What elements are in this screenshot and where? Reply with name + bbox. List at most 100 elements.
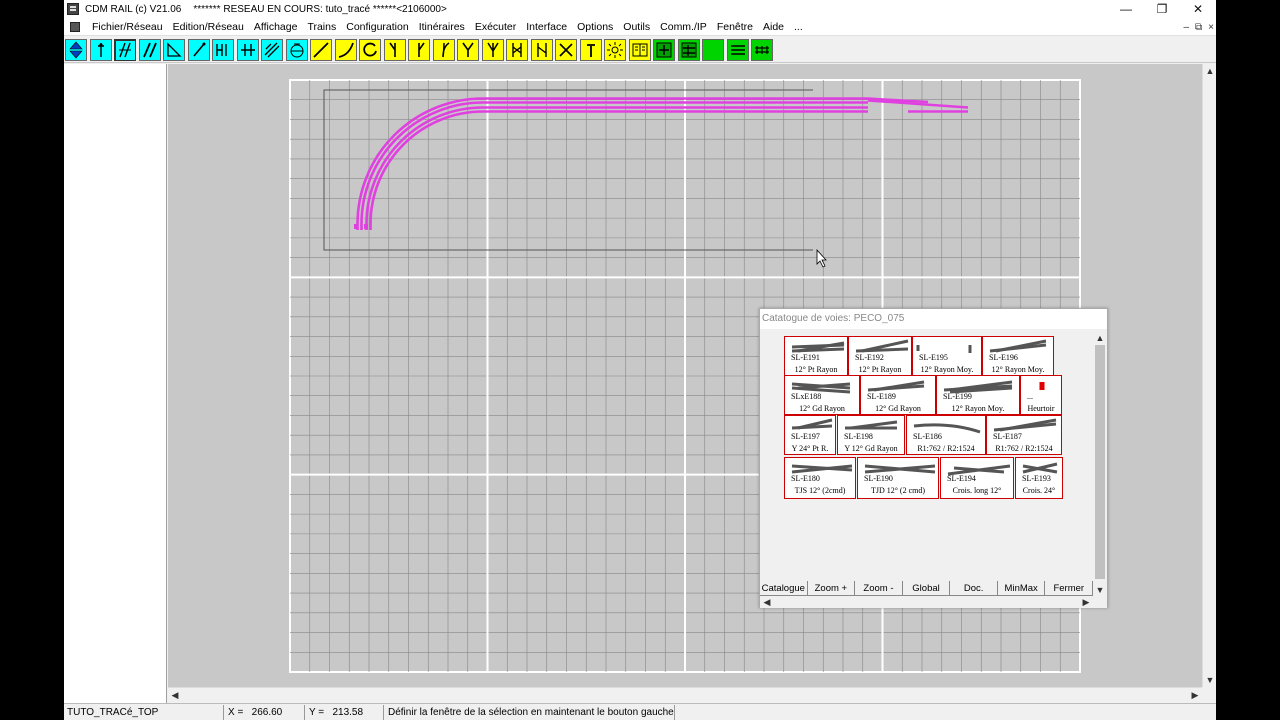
right-turnout-tool-button[interactable] <box>408 39 430 61</box>
hatched-tool-button[interactable] <box>261 39 283 61</box>
catalogue-button[interactable]: Catalogue <box>760 581 808 596</box>
layout-tool-button[interactable] <box>653 39 675 61</box>
catalogue-item-sle195[interactable]: SL-E195 12° Rayon Moy. <box>912 336 982 376</box>
menu-interface[interactable]: Interface <box>522 21 573 33</box>
sun-tool-button[interactable] <box>604 39 626 61</box>
minimize-button[interactable]: — <box>1108 0 1144 18</box>
doc-button[interactable]: Doc. <box>950 581 998 596</box>
status-x-value: 266.60 <box>251 707 283 718</box>
minmax-button[interactable]: MinMax <box>997 581 1046 596</box>
catalogue-item-sle186[interactable]: SL-E186 R1:762 / R2:1524 <box>906 415 986 455</box>
catalogue-scroll-thumb[interactable] <box>1095 345 1105 579</box>
track-catalogue-window[interactable]: Catatogue de voies: PECO_075 SL-E191 12° … <box>759 308 1108 608</box>
y-turnout-tool-button[interactable] <box>457 39 479 61</box>
crossing-tool-button[interactable] <box>555 39 577 61</box>
document-menu-icon[interactable] <box>70 21 80 32</box>
catalogue-horizontal-scrollbar[interactable]: ◀ ▶ <box>760 596 1107 608</box>
scroll-right-arrow-icon[interactable]: ▶ <box>1188 688 1202 702</box>
status-message: Définir la fenêtre de la sélection en ma… <box>385 705 675 720</box>
catalogue-vertical-scrollbar[interactable]: ▲ ▼ <box>1093 331 1107 597</box>
level-crossing-tool-button[interactable] <box>236 39 259 61</box>
double-slip-tool-button[interactable] <box>506 39 528 61</box>
menu-comm-ip[interactable]: Comm./IP <box>656 21 713 33</box>
catalogue-item-desc: Y 12° Gd Rayon <box>844 444 898 453</box>
catalogue-item-sle199[interactable]: SL-E199 12° Rayon Moy. <box>936 375 1020 415</box>
three-way-tool-button[interactable] <box>481 39 504 61</box>
horizontal-scrollbar[interactable]: ◀ ▶ <box>168 687 1202 701</box>
catalogue-item-sle193[interactable]: SL-E193 Crois. 24° <box>1015 457 1063 499</box>
catalogue-item-sle189[interactable]: SL-E189 12° Gd Rayon <box>860 375 936 415</box>
zoom-in-button[interactable]: Zoom + <box>807 581 856 596</box>
left-turnout-tool-button[interactable] <box>383 39 406 61</box>
catalogue-item-sle196[interactable]: SL-E196 12° Rayon Moy. <box>982 336 1054 376</box>
mdi-restore-button[interactable]: ⧉ <box>1195 22 1202 33</box>
fermer-button[interactable]: Fermer <box>1045 581 1094 596</box>
curved-turnout-tool-button[interactable] <box>432 39 455 61</box>
menu-itineraires[interactable]: Itinéraires <box>415 21 471 33</box>
triangle-tool-button[interactable] <box>163 39 185 61</box>
catalogue-item-sle198[interactable]: SL-E198 Y 12° Gd Rayon <box>837 415 905 455</box>
status-x-label: X = <box>228 707 244 718</box>
catalogue-item-sle187[interactable]: SL-E187 R1:762 / R2:1524 <box>986 415 1062 455</box>
left-panel <box>64 64 167 704</box>
book-tool-button[interactable] <box>628 39 651 61</box>
global-button[interactable]: Global <box>902 581 951 596</box>
lines-tool-button[interactable] <box>726 39 749 61</box>
menu-more[interactable]: ... <box>790 21 809 33</box>
mdi-close-button[interactable]: × <box>1208 22 1214 33</box>
catalogue-item-ref: SL-E191 <box>791 353 820 362</box>
scroll-up-arrow-icon[interactable]: ▲ <box>1203 64 1216 78</box>
double-slash-tool-button[interactable] <box>138 39 161 61</box>
single-slip-tool-button[interactable] <box>530 39 553 61</box>
catalogue-item-sle190[interactable]: SL-E190 TJD 12° (2 cmd) <box>857 457 939 499</box>
status-x: X = 266.60 <box>225 705 305 720</box>
double-track-tool-button[interactable] <box>114 39 136 61</box>
menu-edition[interactable]: Edition/Réseau <box>169 21 250 33</box>
catalogue-item-sle197[interactable]: SL-E197 Y 24° Pt R. <box>784 415 836 455</box>
restore-button[interactable]: ❐ <box>1144 0 1180 18</box>
menu-aide[interactable]: Aide <box>759 21 790 33</box>
scroll-left-arrow-icon[interactable]: ◀ <box>168 688 182 702</box>
vertical-scrollbar[interactable]: ▲ ▼ <box>1202 64 1216 687</box>
move-up-down-tool-button[interactable] <box>65 39 87 61</box>
connect-tool-button[interactable] <box>187 39 210 61</box>
menu-fenetre[interactable]: Fenêtre <box>713 21 759 33</box>
catalogue-item-sle191[interactable]: SL-E191 12° Pt Rayon <box>784 336 848 376</box>
catalogue-scroll-up-icon[interactable]: ▲ <box>1093 331 1107 345</box>
layout-b-tool-button[interactable] <box>677 39 700 61</box>
turntable-tool-button[interactable] <box>285 39 308 61</box>
menu-options[interactable]: Options <box>573 21 619 33</box>
catalogue-item-slxe188[interactable]: SLxE188 12° Gd Rayon <box>784 375 860 415</box>
menu-affichage[interactable]: Affichage <box>250 21 304 33</box>
scroll-down-arrow-icon[interactable]: ▼ <box>1203 673 1216 687</box>
catalogue-item-ref: SL-E193 <box>1022 474 1051 483</box>
mdi-minimize-button[interactable]: – <box>1183 22 1189 33</box>
circle-track-tool-button[interactable] <box>359 39 381 61</box>
catalogue-item-sle180[interactable]: SL-E180 TJS 12° (2cmd) <box>784 457 856 499</box>
menu-fichier[interactable]: Fichier/Réseau <box>88 21 169 33</box>
close-button[interactable]: ✕ <box>1180 0 1216 18</box>
solid-green-tool-button[interactable] <box>702 39 724 61</box>
menu-executer[interactable]: Exécuter <box>471 21 522 33</box>
buffer-stop-tool-button[interactable] <box>579 39 602 61</box>
catalogue-item-sle192[interactable]: SL-E192 12° Pt Rayon <box>848 336 912 376</box>
straight-track-tool-button[interactable] <box>310 39 332 61</box>
catalogue-item-sle194[interactable]: SL-E194 Crois. long 12° <box>940 457 1014 499</box>
curved-track-tool-button[interactable] <box>334 39 357 61</box>
catalogue-scroll-down-icon[interactable]: ▼ <box>1093 583 1107 597</box>
zoom-out-button[interactable]: Zoom - <box>855 581 903 596</box>
catalogue-scroll-left-icon[interactable]: ◀ <box>760 595 774 609</box>
status-y: Y = 213.58 <box>306 705 384 720</box>
connect-icon <box>192 42 205 57</box>
menu-configuration[interactable]: Configuration <box>342 21 414 33</box>
track-point-tool-button[interactable] <box>89 39 112 61</box>
curved-turnout-icon <box>441 42 449 58</box>
rail-tool-button[interactable] <box>751 39 773 61</box>
menu-trains[interactable]: Trains <box>303 21 342 33</box>
catalogue-item-[interactable]: ... Heurtoir <box>1020 375 1062 415</box>
catalogue-scroll-right-icon[interactable]: ▶ <box>1079 595 1093 609</box>
catalogue-item-desc: 12° Pt Rayon <box>794 365 838 374</box>
menu-outils[interactable]: Outils <box>619 21 656 33</box>
layout-b-icon <box>681 42 696 58</box>
signal-tool-button[interactable] <box>212 39 234 61</box>
